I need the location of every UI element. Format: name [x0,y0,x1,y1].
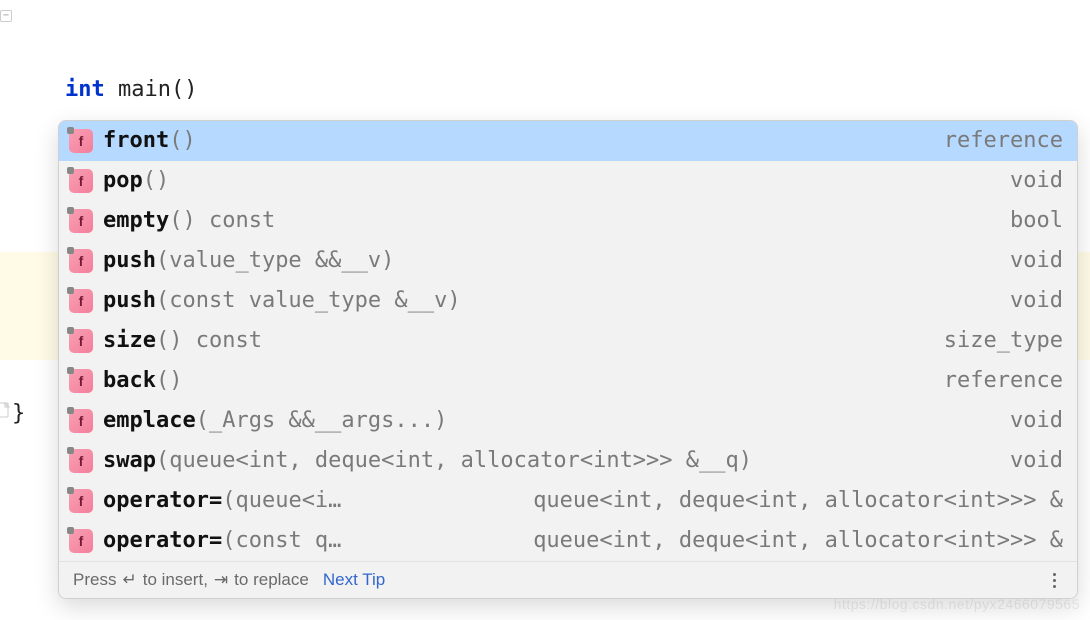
completion-params: (queue<i… [222,483,341,519]
completion-return-type: void [990,403,1063,439]
completion-signature: size() const [103,323,914,359]
completion-item-size[interactable]: fsize() constsize_type [59,321,1077,361]
completion-item-push[interactable]: fpush(value_type &&__v)void [59,241,1077,281]
completion-item-empty[interactable]: fempty() constbool [59,201,1077,241]
completion-item-front[interactable]: ffront()reference [59,121,1077,161]
completion-signature: emplace(_Args &&__args...) [103,403,980,439]
completion-return-type: void [990,163,1063,199]
completion-signature: front() [103,123,914,159]
more-options-icon[interactable] [1045,573,1063,588]
completion-name: operator= [103,523,222,559]
completion-return-type: queue<int, deque<int, allocator<int>>> & [513,483,1063,519]
tab-key-icon: ⇥ [214,570,228,590]
function-name: main [105,77,171,102]
function-icon: f [69,129,93,153]
completion-return-type: void [990,243,1063,279]
completion-name: operator= [103,483,222,519]
completion-name: push [103,243,156,279]
completion-name: size [103,323,156,359]
completion-name: back [103,363,156,399]
completion-params: () const [156,323,262,359]
footer-to-replace: to replace [234,570,309,590]
watermark-text: https://blog.csdn.net/pyx2466079565 [834,596,1080,612]
function-icon: f [69,209,93,233]
completion-item-back[interactable]: fback()reference [59,361,1077,401]
function-icon: f [69,409,93,433]
completion-item-pop[interactable]: fpop()void [59,161,1077,201]
keyword-int: int [65,77,105,102]
completion-signature: operator=(queue<i… [103,483,503,519]
parens: () [171,77,198,102]
completion-list[interactable]: ffront()referencefpop()voidfempty() cons… [59,121,1077,561]
close-brace: } [12,401,25,426]
completion-params: () [156,363,183,399]
autocomplete-popup[interactable]: ffront()referencefpop()voidfempty() cons… [58,120,1078,599]
enter-key-icon: ↵ [122,570,136,590]
completion-signature: push(const value_type &__v) [103,283,980,319]
page-icon [0,402,11,420]
footer-to-insert: to insert, [143,570,208,590]
completion-item-operator=[interactable]: f operator=(const q… queue<int, deque<int,… [59,521,1077,561]
completion-signature: push(value_type &&__v) [103,243,980,279]
footer-press: Press [73,570,116,590]
function-icon: f [69,369,93,393]
completion-return-type: queue<int, deque<int, allocator<int>>> & [513,523,1063,559]
completion-return-type: void [990,443,1063,479]
completion-signature: pop() [103,163,980,199]
function-icon: f [69,289,93,313]
completion-params: () [169,123,196,159]
completion-name: swap [103,443,156,479]
completion-item-emplace[interactable]: f emplace(_Args &&__args...) void [59,401,1077,441]
function-icon: f [69,529,93,553]
completion-params: (_Args &&__args...) [196,403,448,439]
completion-params: (value_type &&__v) [156,243,394,279]
completion-return-type: reference [924,363,1063,399]
completion-params: (queue<int, deque<int, allocator<int>>> … [156,443,752,479]
completion-name: pop [103,163,143,199]
completion-item-push[interactable]: fpush(const value_type &__v)void [59,281,1077,321]
completion-item-swap[interactable]: fswap(queue<int, deque<int, allocator<in… [59,441,1077,481]
next-tip-link[interactable]: Next Tip [323,570,385,590]
completion-name: push [103,283,156,319]
completion-params: (const value_type &__v) [156,283,461,319]
completion-return-type: bool [990,203,1063,239]
completion-signature: empty() const [103,203,980,239]
completion-signature: swap(queue<int, deque<int, allocator<int… [103,443,980,479]
popup-footer: Press ↵ to insert, ⇥ to replace Next Tip [59,561,1077,598]
function-icon: f [69,329,93,353]
function-icon: f [69,169,93,193]
function-icon: f [69,449,93,473]
completion-params: () [143,163,170,199]
completion-return-type: reference [924,123,1063,159]
function-icon: f [69,249,93,273]
completion-params: (const q… [222,523,341,559]
completion-item-operator=[interactable]: f operator=(queue<i… queue<int, deque<int,… [59,481,1077,521]
completion-signature: back() [103,363,914,399]
completion-name: empty [103,203,169,239]
completion-name: emplace [103,403,196,439]
completion-name: front [103,123,169,159]
completion-return-type: size_type [924,323,1063,359]
function-icon: f [69,489,93,513]
completion-signature: operator=(const q… [103,523,503,559]
completion-params: () const [169,203,275,239]
completion-return-type: void [990,283,1063,319]
fold-icon[interactable]: − [0,10,12,22]
